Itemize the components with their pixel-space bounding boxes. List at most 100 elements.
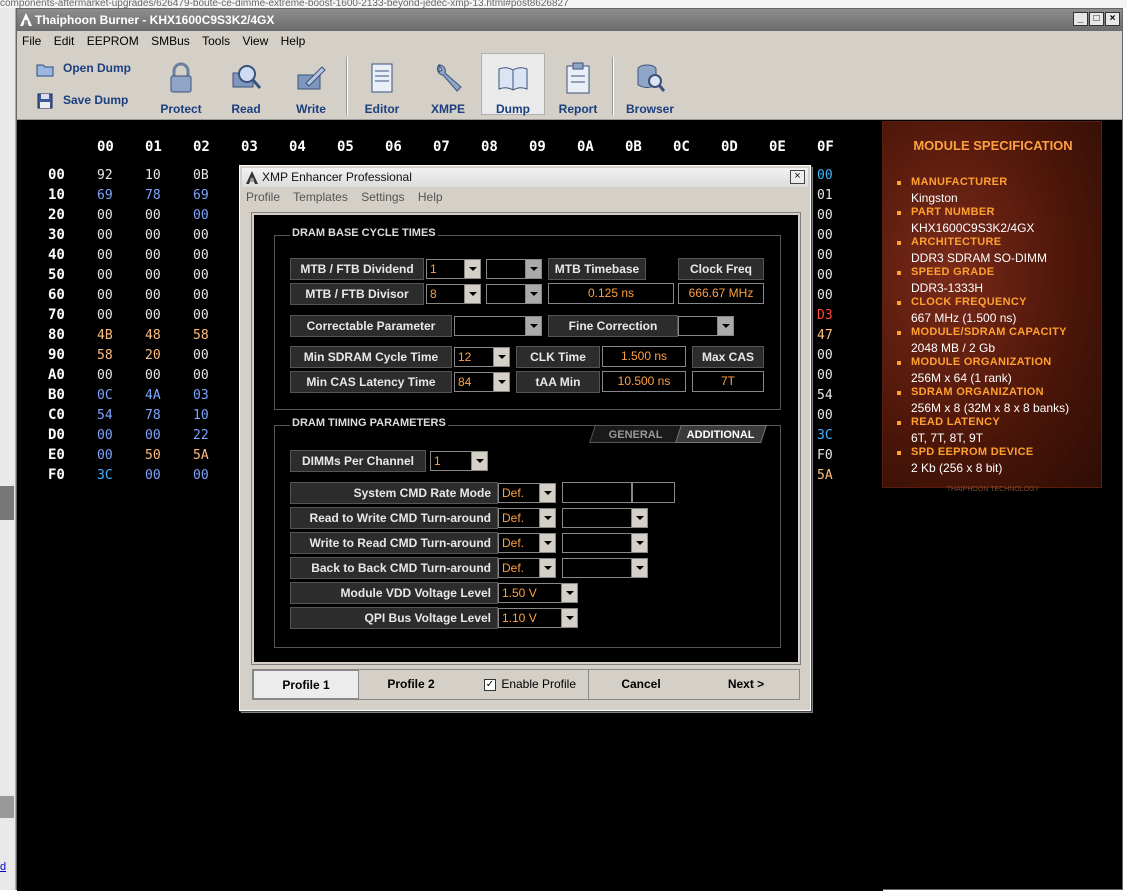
profile-1-tab[interactable]: Profile 1 <box>253 670 359 699</box>
hex-cell[interactable]: 00 <box>97 268 113 283</box>
menu-view[interactable]: View <box>238 31 272 51</box>
hex-cell[interactable]: 00 <box>817 348 833 363</box>
hex-cell[interactable]: 00 <box>817 408 833 423</box>
hex-cell[interactable]: 00 <box>145 428 161 443</box>
hex-cell[interactable]: 3C <box>817 428 833 443</box>
hex-cell[interactable]: 69 <box>193 188 209 203</box>
hex-cell[interactable]: 00 <box>145 228 161 243</box>
hex-cell[interactable]: 01 <box>817 188 833 203</box>
read-button[interactable]: Read <box>225 61 267 116</box>
menu-tools[interactable]: Tools <box>198 31 234 51</box>
hex-cell[interactable]: 4A <box>145 388 161 403</box>
menu-smbus[interactable]: SMBus <box>147 31 194 51</box>
min-cas-latency-time-select[interactable]: 84 <box>454 372 510 392</box>
hex-cell[interactable]: 00 <box>193 348 209 363</box>
hex-cell[interactable]: F0 <box>817 448 833 463</box>
hex-cell[interactable]: 00 <box>193 468 209 483</box>
back-to-back-secondary-select[interactable] <box>562 558 648 578</box>
checkbox-box[interactable]: ✓ <box>483 678 496 691</box>
hex-cell[interactable]: 00 <box>193 288 209 303</box>
hex-cell[interactable]: 00 <box>193 368 209 383</box>
hex-cell[interactable]: 00 <box>97 228 113 243</box>
hex-cell[interactable]: 00 <box>97 368 113 383</box>
min-sdram-cycle-time-select[interactable]: 12 <box>454 347 510 367</box>
hex-cell[interactable]: 00 <box>193 268 209 283</box>
hex-cell[interactable]: 48 <box>145 328 161 343</box>
hex-cell[interactable]: 47 <box>817 328 833 343</box>
hex-cell[interactable]: 00 <box>145 308 161 323</box>
hex-cell[interactable]: 00 <box>145 248 161 263</box>
hex-cell[interactable]: 00 <box>817 228 833 243</box>
hex-cell[interactable]: 00 <box>97 428 113 443</box>
mtb-ftb-dividend-select[interactable]: 1 <box>426 259 481 279</box>
hex-cell[interactable]: 00 <box>145 208 161 223</box>
close-button[interactable]: × <box>1105 12 1120 26</box>
hex-cell[interactable]: 0B <box>193 168 209 183</box>
hex-cell[interactable]: 00 <box>817 168 833 183</box>
dialog-menu-templates[interactable]: Templates <box>293 190 348 204</box>
hex-cell[interactable]: 00 <box>193 228 209 243</box>
write-to-read-secondary-select[interactable] <box>562 533 648 553</box>
hex-cell[interactable]: 5A <box>193 448 209 463</box>
hex-cell[interactable]: 00 <box>193 208 209 223</box>
qpi-bus-voltage-select[interactable]: 1.10 V <box>498 608 578 628</box>
hex-cell[interactable]: 00 <box>817 248 833 263</box>
tab-general[interactable]: GENERAL <box>589 425 683 443</box>
hex-cell[interactable]: 58 <box>193 328 209 343</box>
read-to-write-select[interactable]: Def. <box>498 508 556 528</box>
tab-additional[interactable]: ADDITIONAL <box>675 425 767 443</box>
hex-cell[interactable]: 92 <box>97 168 113 183</box>
hex-cell[interactable]: 3C <box>97 468 113 483</box>
hex-cell[interactable]: 50 <box>145 448 161 463</box>
cancel-button[interactable]: Cancel <box>589 670 693 699</box>
profile-2-tab[interactable]: Profile 2 <box>361 670 461 699</box>
hex-cell[interactable]: 00 <box>145 288 161 303</box>
hex-cell[interactable]: 54 <box>97 408 113 423</box>
hex-cell[interactable]: 0C <box>97 388 113 403</box>
menu-file[interactable]: File <box>18 31 45 51</box>
save-dump-button[interactable]: Save Dump <box>35 91 128 111</box>
write-button[interactable]: Write <box>289 61 333 116</box>
enable-profile-checkbox[interactable]: ✓ Enable Profile <box>475 670 585 699</box>
dividend-secondary-select[interactable] <box>486 259 542 279</box>
hex-cell[interactable]: 10 <box>145 168 161 183</box>
hex-cell[interactable]: 00 <box>145 468 161 483</box>
hex-cell[interactable]: 5A <box>817 468 833 483</box>
back-to-back-select[interactable]: Def. <box>498 558 556 578</box>
hex-cell[interactable]: 00 <box>145 268 161 283</box>
hex-cell[interactable]: 03 <box>193 388 209 403</box>
xmpe-button[interactable]: XMPE <box>427 61 469 116</box>
browser-button[interactable]: Browser <box>625 61 675 116</box>
menu-help[interactable]: Help <box>277 31 310 51</box>
dump-button[interactable]: Dump <box>481 53 545 116</box>
hex-cell[interactable]: 00 <box>97 448 113 463</box>
hex-cell[interactable]: 00 <box>97 208 113 223</box>
maximize-button[interactable]: □ <box>1089 12 1104 26</box>
next-button[interactable]: Next > <box>693 670 799 699</box>
hex-cell[interactable]: 00 <box>97 288 113 303</box>
hex-cell[interactable]: 4B <box>97 328 113 343</box>
hex-cell[interactable]: 22 <box>193 428 209 443</box>
read-to-write-secondary-select[interactable] <box>562 508 648 528</box>
divisor-secondary-select[interactable] <box>486 284 542 304</box>
hex-cell[interactable]: 00 <box>817 208 833 223</box>
hex-cell[interactable]: 20 <box>145 348 161 363</box>
minimize-button[interactable]: _ <box>1073 12 1088 26</box>
hex-cell[interactable]: 58 <box>97 348 113 363</box>
correctable-parameter-select[interactable] <box>454 316 542 336</box>
hex-cell[interactable]: 00 <box>145 368 161 383</box>
hex-cell[interactable]: 78 <box>145 188 161 203</box>
fine-correction-select[interactable] <box>678 316 734 336</box>
hex-cell[interactable]: 54 <box>817 388 833 403</box>
menu-edit[interactable]: Edit <box>50 31 79 51</box>
hex-cell[interactable]: 00 <box>97 248 113 263</box>
hex-cell[interactable]: 00 <box>817 268 833 283</box>
dialog-menu-settings[interactable]: Settings <box>361 190 404 204</box>
hex-cell[interactable]: 78 <box>145 408 161 423</box>
system-cmd-rate-mode-select[interactable]: Def. <box>498 483 556 503</box>
dimms-per-channel-select[interactable]: 1 <box>430 451 488 471</box>
hex-cell[interactable]: 00 <box>193 248 209 263</box>
mtb-ftb-divisor-select[interactable]: 8 <box>426 284 481 304</box>
dialog-menu-profile[interactable]: Profile <box>246 190 280 204</box>
dialog-close-button[interactable]: × <box>790 170 805 184</box>
